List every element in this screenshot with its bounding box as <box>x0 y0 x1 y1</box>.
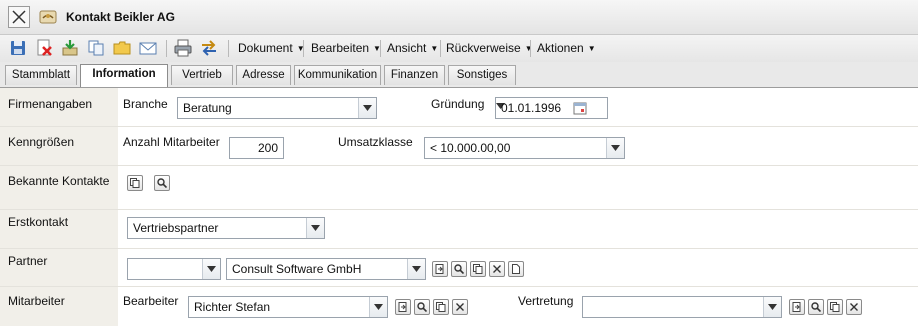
toolbar-separator <box>380 40 381 57</box>
chevron-down-icon[interactable] <box>407 259 425 279</box>
vertretung-label: Vertretung <box>518 294 574 308</box>
umsatzklasse-select[interactable]: < 10.000.00,00 <box>424 137 625 159</box>
chevron-down-icon[interactable] <box>369 297 387 317</box>
open-icon[interactable] <box>395 299 411 315</box>
branche-select[interactable]: Beratung <box>177 97 377 119</box>
toolbar-separator <box>228 40 229 57</box>
menu-label: Ansicht <box>387 41 427 55</box>
tab-sonstiges[interactable]: Sonstiges <box>448 65 516 85</box>
chevron-down-icon[interactable] <box>306 218 324 238</box>
toolbar-separator <box>166 40 167 57</box>
chevron-down-icon[interactable] <box>202 259 220 279</box>
copy-icon[interactable] <box>470 261 486 277</box>
menu-aktionen[interactable]: Aktionen ▼ <box>537 41 596 55</box>
toolbar-separator <box>440 40 441 57</box>
bekannte-kontakte-label: Bekannte Kontakte <box>8 174 110 188</box>
new-document-icon[interactable] <box>508 261 524 277</box>
chevron-down-icon[interactable] <box>763 297 781 317</box>
chevron-down-icon[interactable] <box>606 138 624 158</box>
menu-label: Dokument <box>238 41 293 55</box>
partner-label: Partner <box>8 254 48 268</box>
label-column <box>0 88 118 326</box>
dropdown-arrow-icon: ▼ <box>524 44 533 53</box>
tab-vertrieb[interactable]: Vertrieb <box>171 65 233 85</box>
clear-icon[interactable] <box>846 299 862 315</box>
menu-rueckverweise[interactable]: Rückverweise ▼ <box>446 41 533 55</box>
partner-select[interactable]: Consult Software GmbH <box>226 258 426 280</box>
kenngroessen-label: Kenngrößen <box>8 135 75 149</box>
toolbar: Dokument ▼ Bearbeiten ▼ Ansicht ▼ Rückverwe… <box>0 35 918 63</box>
print-icon[interactable] <box>174 39 192 57</box>
row-divider <box>0 165 918 166</box>
tab-information[interactable]: Information <box>80 64 168 87</box>
search-icon[interactable] <box>451 261 467 277</box>
menu-label: Bearbeiten <box>311 41 370 55</box>
mitarbeiter-anzahl-input[interactable]: 200 <box>229 137 284 159</box>
folder-icon[interactable] <box>113 39 131 57</box>
import-icon[interactable] <box>61 39 79 57</box>
partner-value: Consult Software GmbH <box>232 262 362 276</box>
tab-adresse[interactable]: Adresse <box>236 65 291 85</box>
tab-bar: Stammblatt Information Vertrieb Adresse … <box>0 62 918 88</box>
handshake-icon <box>39 8 57 26</box>
chevron-down-icon[interactable] <box>358 98 376 118</box>
search-icon[interactable] <box>808 299 824 315</box>
search-icon[interactable] <box>414 299 430 315</box>
menu-dokument[interactable]: Dokument ▼ <box>238 41 305 55</box>
gruendung-date-field[interactable]: 01.01.1996 <box>495 97 608 119</box>
menu-label: Aktionen <box>537 41 584 55</box>
clear-icon[interactable] <box>489 261 505 277</box>
umsatzklasse-label: Umsatzklasse <box>338 135 413 149</box>
row-divider <box>0 286 918 287</box>
window-title: Kontakt Beikler AG <box>66 10 175 24</box>
toolbar-separator <box>530 40 531 57</box>
gruendung-value: 01.01.1996 <box>501 101 562 115</box>
erstkontakt-value: Vertriebspartner <box>133 221 219 235</box>
search-icon[interactable] <box>154 175 170 191</box>
tab-stammblatt[interactable]: Stammblatt <box>5 65 77 85</box>
copy-icon[interactable] <box>827 299 843 315</box>
branche-value: Beratung <box>183 101 232 115</box>
menu-label: Rückverweise <box>446 41 521 55</box>
dropdown-arrow-icon: ▼ <box>430 44 439 53</box>
mitarbeiter-label: Mitarbeiter <box>8 294 65 308</box>
close-icon[interactable] <box>8 6 30 28</box>
menu-ansicht[interactable]: Ansicht ▼ <box>387 41 438 55</box>
menu-bearbeiten[interactable]: Bearbeiten ▼ <box>311 41 381 55</box>
bearbeiter-label: Bearbeiter <box>123 294 179 308</box>
erstkontakt-select[interactable]: Vertriebspartner <box>127 217 325 239</box>
erstkontakt-label: Erstkontakt <box>8 215 69 229</box>
tab-finanzen[interactable]: Finanzen <box>384 65 445 85</box>
umsatzklasse-value: < 10.000.00,00 <box>430 141 511 155</box>
row-divider <box>0 209 918 210</box>
tab-kommunikation[interactable]: Kommunikation <box>294 65 381 85</box>
copy-icon[interactable] <box>433 299 449 315</box>
partner-type-select[interactable] <box>127 258 221 280</box>
dropdown-arrow-icon: ▼ <box>587 44 596 53</box>
bearbeiter-value: Richter Stefan <box>194 300 271 314</box>
vertretung-select[interactable] <box>582 296 782 318</box>
toolbar-separator <box>303 40 304 57</box>
branche-label: Branche <box>123 97 168 111</box>
calendar-icon[interactable] <box>573 101 587 115</box>
mitarbeiter-anzahl-value: 200 <box>257 141 278 155</box>
copy-icon[interactable] <box>127 175 143 191</box>
copy-icon[interactable] <box>87 39 105 57</box>
open-icon[interactable] <box>789 299 805 315</box>
save-icon[interactable] <box>9 39 27 57</box>
row-divider <box>0 126 918 127</box>
mitarbeiter-anzahl-label: Anzahl Mitarbeiter <box>123 135 220 149</box>
window-titlebar: Kontakt Beikler AG <box>0 0 918 35</box>
delete-icon[interactable] <box>35 39 53 57</box>
open-icon[interactable] <box>432 261 448 277</box>
row-divider <box>0 248 918 249</box>
email-icon[interactable] <box>139 39 157 57</box>
bearbeiter-select[interactable]: Richter Stefan <box>188 296 388 318</box>
firmenangaben-label: Firmenangaben <box>8 97 93 111</box>
gruendung-label: Gründung <box>431 97 485 111</box>
exchange-icon[interactable] <box>200 39 218 57</box>
clear-icon[interactable] <box>452 299 468 315</box>
